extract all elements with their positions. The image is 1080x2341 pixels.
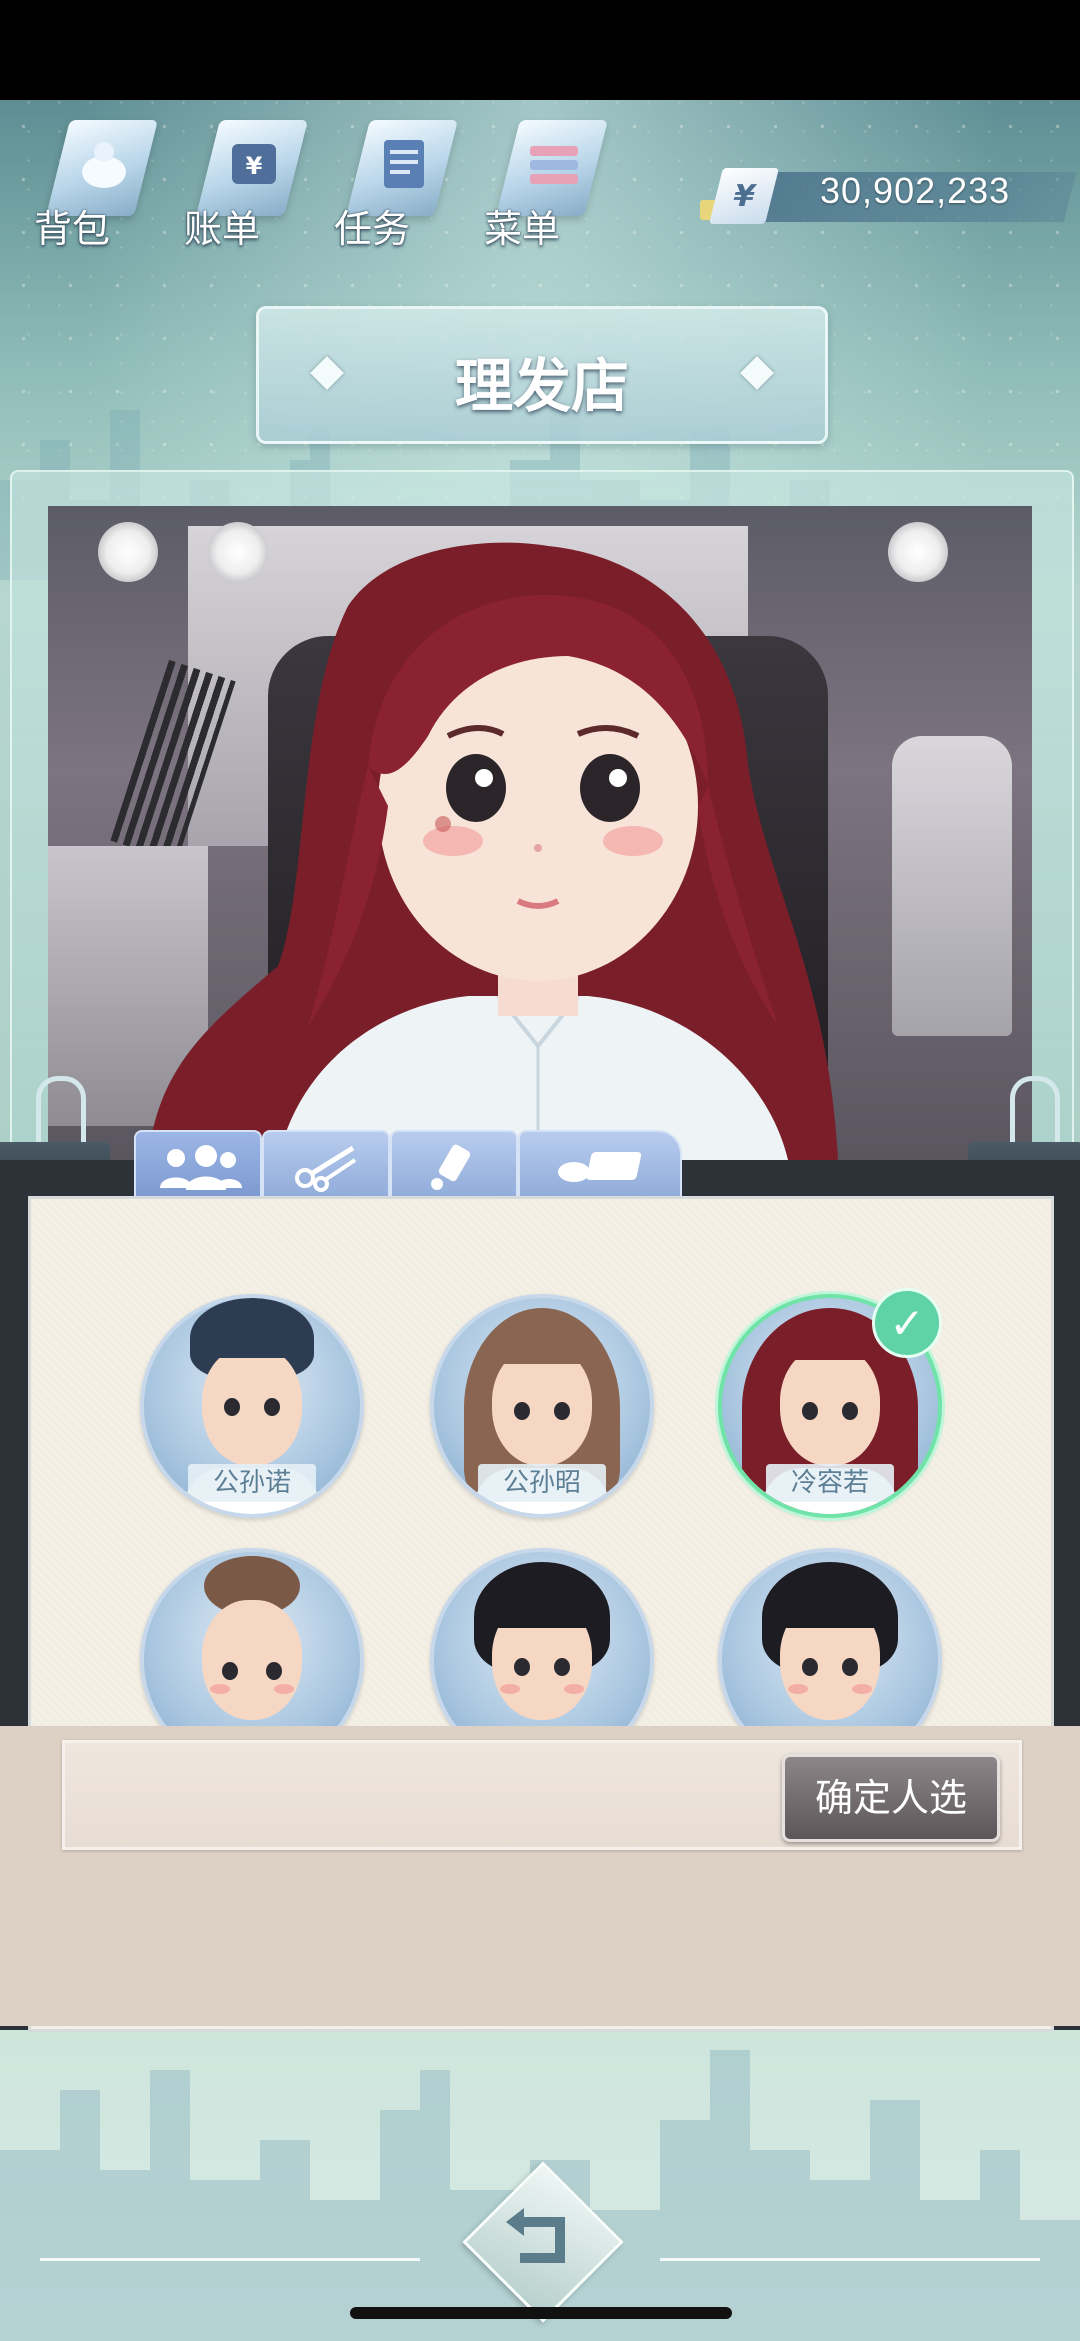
menu-button[interactable]: 菜单 [480, 112, 610, 262]
eye [514, 1402, 530, 1420]
money-display: ¥ 30,902,233 [700, 168, 1077, 224]
confirm-selection-button[interactable]: 确定人选 [782, 1754, 1000, 1842]
decor-line-right [660, 2258, 1040, 2261]
hair-fringe [490, 1592, 594, 1628]
tab-makeup[interactable] [518, 1130, 682, 1202]
bill-icon: ¥ [224, 134, 284, 194]
bag-button[interactable]: 背包 [30, 112, 160, 262]
hair-fringe [194, 1318, 310, 1358]
hair-fringe [778, 1592, 882, 1628]
bag-icon [74, 134, 134, 194]
hair-fringe [490, 1328, 594, 1364]
eye [554, 1402, 570, 1420]
face [492, 1346, 592, 1466]
cheek [274, 1684, 294, 1694]
cheek [210, 1684, 230, 1694]
eye [842, 1402, 858, 1420]
bill-button[interactable]: ¥ 账单 [180, 112, 310, 262]
menu-label: 菜单 [484, 207, 561, 251]
cheek [564, 1684, 584, 1694]
dye-tube-icon [431, 1144, 471, 1190]
tab-dye[interactable] [390, 1130, 518, 1202]
money-value: 30,902,233 [820, 170, 1011, 211]
decor-line-left [40, 2258, 420, 2261]
customer-name: 公孙昭 [478, 1464, 606, 1502]
eye [802, 1402, 818, 1420]
bill-label: 账单 [184, 207, 261, 251]
eye [514, 1658, 530, 1676]
eye [802, 1658, 818, 1676]
customer-name: 公孙诺 [188, 1464, 316, 1502]
salon-scene [48, 506, 1032, 1160]
selected-check-icon: ✓ [872, 1288, 942, 1358]
tab-customers[interactable] [134, 1130, 262, 1202]
scissors-icon [295, 1145, 357, 1192]
eye [842, 1658, 858, 1676]
eye [222, 1662, 238, 1680]
face [202, 1600, 302, 1720]
svg-text:¥: ¥ [246, 152, 263, 180]
shop-title-plaque: 理发店 [256, 306, 828, 444]
bag-label: 背包 [34, 207, 111, 251]
back-arrow-icon [486, 2200, 594, 2280]
face [202, 1346, 302, 1466]
customer-avatar-2[interactable]: 公孙昭 [430, 1294, 654, 1518]
menu-icon [524, 134, 584, 194]
task-icon [374, 134, 434, 194]
customer-avatar-1[interactable]: 公孙诺 [140, 1294, 364, 1518]
customer-name: 冷容若 [766, 1464, 894, 1502]
tab-haircut[interactable] [262, 1130, 390, 1202]
makeup-icon [558, 1152, 642, 1182]
home-indicator [350, 2307, 732, 2319]
customer-character [148, 542, 838, 1160]
cheek [852, 1684, 872, 1694]
shop-title: 理发店 [454, 352, 629, 420]
task-label: 任务 [334, 207, 411, 251]
cheek [788, 1684, 808, 1694]
eye [264, 1398, 280, 1416]
eye [224, 1398, 240, 1416]
task-button[interactable]: 任务 [330, 112, 460, 262]
eye [266, 1662, 282, 1680]
face [780, 1346, 880, 1466]
eye [554, 1658, 570, 1676]
hair-fringe [778, 1328, 882, 1360]
cheek [500, 1684, 520, 1694]
people-icon [160, 1145, 242, 1190]
